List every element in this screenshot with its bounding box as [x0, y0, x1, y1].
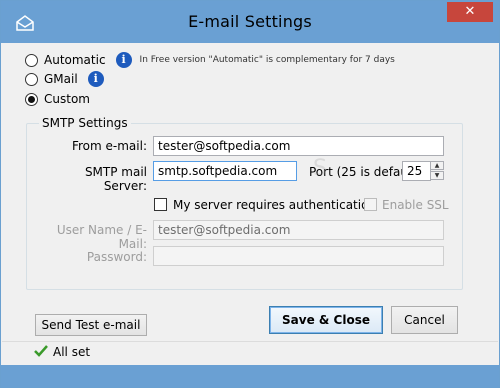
from-email-label: From e-mail:: [71, 139, 147, 153]
custom-label: Custom: [44, 92, 90, 106]
ssl-checkbox: [364, 198, 377, 211]
ssl-label: Enable SSL: [382, 198, 449, 212]
auth-checkbox[interactable]: [154, 198, 167, 211]
from-email-field[interactable]: tester@softpedia.com: [153, 136, 444, 156]
smtp-server-field[interactable]: smtp.softpedia.com: [153, 161, 297, 181]
automatic-note: In Free version "Automatic" is complemen…: [139, 55, 395, 65]
option-custom[interactable]: Custom: [25, 90, 90, 108]
password-label: Password:: [86, 250, 147, 264]
window-bottom-border: [1, 365, 499, 387]
automatic-label: Automatic: [44, 53, 106, 67]
username-field: tester@softpedia.com: [153, 220, 444, 240]
port-up-icon[interactable]: ▲: [430, 161, 444, 170]
password-field: [153, 246, 444, 266]
port-down-icon[interactable]: ▼: [430, 171, 444, 180]
check-icon: [34, 345, 48, 357]
username-label: User Name / E-Mail:: [56, 223, 147, 251]
option-automatic[interactable]: Automatic i In Free version "Automatic" …: [25, 51, 395, 69]
automatic-radio[interactable]: [25, 53, 38, 67]
port-field[interactable]: 25: [402, 161, 431, 181]
save-close-button[interactable]: Save & Close: [269, 306, 383, 334]
close-button[interactable]: ✕: [447, 2, 493, 22]
title-bar[interactable]: E-mail Settings ✕: [1, 1, 499, 43]
email-settings-window: E-mail Settings ✕ Automatic i In Free ve…: [0, 0, 500, 388]
info-icon: i: [115, 52, 132, 68]
auth-label: My server requires authentication: [173, 198, 377, 212]
custom-radio[interactable]: [25, 92, 38, 106]
smtp-settings-title: SMTP Settings: [39, 116, 131, 130]
window-title: E-mail Settings: [188, 12, 312, 31]
option-gmail[interactable]: GMail i: [25, 70, 104, 88]
softpedia-watermark: S: [313, 156, 328, 181]
gmail-label: GMail: [44, 72, 78, 86]
status-text: All set: [53, 345, 91, 359]
cancel-button[interactable]: Cancel: [391, 306, 458, 334]
info-icon: i: [87, 71, 104, 87]
smtp-server-label: SMTP mail Server:: [84, 165, 147, 193]
gmail-radio[interactable]: [25, 72, 38, 86]
send-test-email-button[interactable]: Send Test e-mail: [35, 314, 147, 336]
